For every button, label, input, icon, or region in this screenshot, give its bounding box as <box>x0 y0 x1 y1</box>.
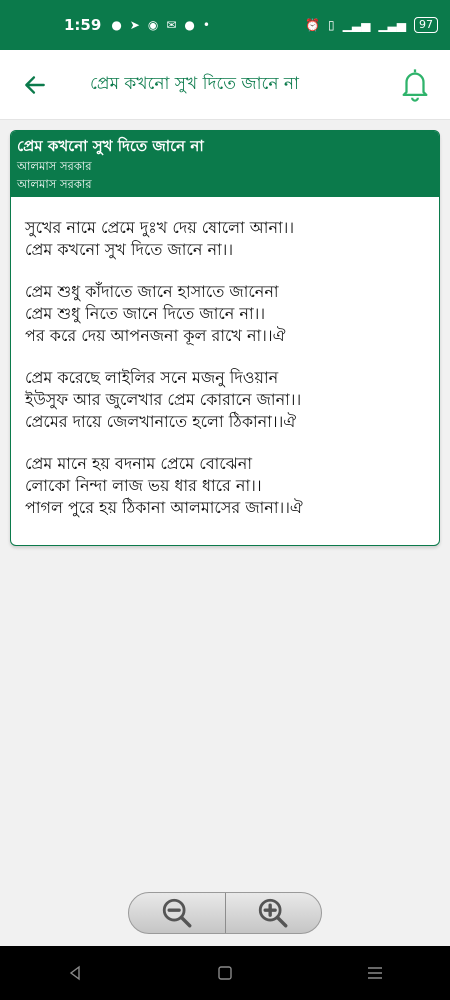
lyric-line: প্রেম শুধু কাঁদাতে জানে হাসাতে জানেনা <box>25 282 279 301</box>
song-title: প্রেম কখনো সুখ দিতে জানে না <box>17 137 204 155</box>
vibrate-icon: ▯ <box>328 18 335 32</box>
zoom-control <box>128 892 322 934</box>
system-icons: ⏰ ▯ ▁▃▅ ▁▃▅ 97 <box>305 17 438 33</box>
notification-button[interactable] <box>380 50 450 120</box>
system-nav-bar <box>0 946 450 1000</box>
bell-icon <box>402 68 428 102</box>
card-header: প্রেম কখনো সুখ দিতে জানে না আলমাস সরকার … <box>11 131 439 197</box>
status-bar: 1:59 ● ➤ ◉ ✉ ● • ⏰ ▯ ▁▃▅ ▁▃▅ 97 <box>0 0 450 50</box>
signal-icon-2: ▁▃▅ <box>378 18 406 32</box>
back-button[interactable] <box>0 50 70 120</box>
lyric-line: পর করে দেয় আপনজনা কূল রাখে না।।ঐ <box>25 326 286 345</box>
stanza: সুখের নামে প্রেমে দুঃখ দেয় ষোলো আনা।। প… <box>25 217 425 261</box>
signal-icon: ▁▃▅ <box>342 18 371 32</box>
menu-lines-icon <box>368 967 382 979</box>
lyric-line: পাগল পুরে হয় ঠিকানা আলমাসের জানা।।ঐ <box>25 498 303 517</box>
zoom-out-icon <box>162 898 192 928</box>
stanza: প্রেম করেছে লাইলির সনে মজনু দিওয়ান ইউসু… <box>25 367 425 433</box>
zoom-in-button[interactable] <box>226 893 322 933</box>
lyric-line: সুখের নামে প্রেমে দুঃখ দেয় ষোলো আনা।। <box>25 218 295 237</box>
stanza: প্রেম মানে হয় বদনাম প্রেমে বোঝেনা লোকো … <box>25 453 425 519</box>
telegram-icon: ➤ <box>129 18 140 32</box>
square-home-icon <box>218 966 232 980</box>
app-bar: প্রেম কখনো সুখ দিতে জানে না <box>0 50 450 120</box>
alarm-icon: ⏰ <box>305 18 321 32</box>
nav-menu-button[interactable] <box>335 946 415 1000</box>
lyric-line: প্রেমের দায়ে জেলখানাতে হলো ঠিকানা।।ঐ <box>25 412 297 431</box>
lyric-line: প্রেম কখনো সুখ দিতে জানে না।। <box>25 240 234 259</box>
lyric-line: প্রেম মানে হয় বদনাম প্রেমে বোঝেনা <box>25 454 252 473</box>
lyrics-body: সুখের নামে প্রেমে দুঃখ দেয় ষোলো আনা।। প… <box>11 197 439 545</box>
lyricist-name: আলমাস সরকার <box>17 177 92 191</box>
zoom-out-button[interactable] <box>129 893 225 933</box>
artist-name: আলমাস সরকার <box>17 159 92 173</box>
page-title: প্রেম কখনো সুখ দিতে জানে না <box>90 73 299 94</box>
facebook-icon: ● <box>184 18 195 32</box>
nav-back-button[interactable] <box>35 946 115 1000</box>
dot-icon: • <box>202 18 210 32</box>
notification-icons: ● ➤ ◉ ✉ ● • <box>111 18 210 32</box>
lyric-line: ইউসুফ আর জুলেখার প্রেম কোরানে জানা।। <box>25 390 302 409</box>
lyric-line: প্রেম করেছে লাইলির সনে মজনু দিওয়ান <box>25 368 279 387</box>
lyric-line: লোকো নিন্দা লাজ ভয় ধার ধারে না।। <box>25 476 262 495</box>
snapchat-icon: ● <box>111 18 122 32</box>
zoom-in-icon <box>259 898 288 928</box>
battery-indicator: 97 <box>414 17 438 33</box>
mail-icon: ✉ <box>166 18 177 32</box>
arrow-left-icon <box>25 75 45 94</box>
song-card: প্রেম কখনো সুখ দিতে জানে না আলমাস সরকার … <box>10 130 440 546</box>
nav-home-button[interactable] <box>185 946 265 1000</box>
stanza: প্রেম শুধু কাঁদাতে জানে হাসাতে জানেনা প্… <box>25 281 425 347</box>
messenger-icon: ◉ <box>147 18 159 32</box>
triangle-back-icon <box>69 965 80 981</box>
lyric-line: প্রেম শুধু নিতে জানে দিতে জানে না।। <box>25 304 266 323</box>
status-time: 1:59 <box>64 16 102 34</box>
